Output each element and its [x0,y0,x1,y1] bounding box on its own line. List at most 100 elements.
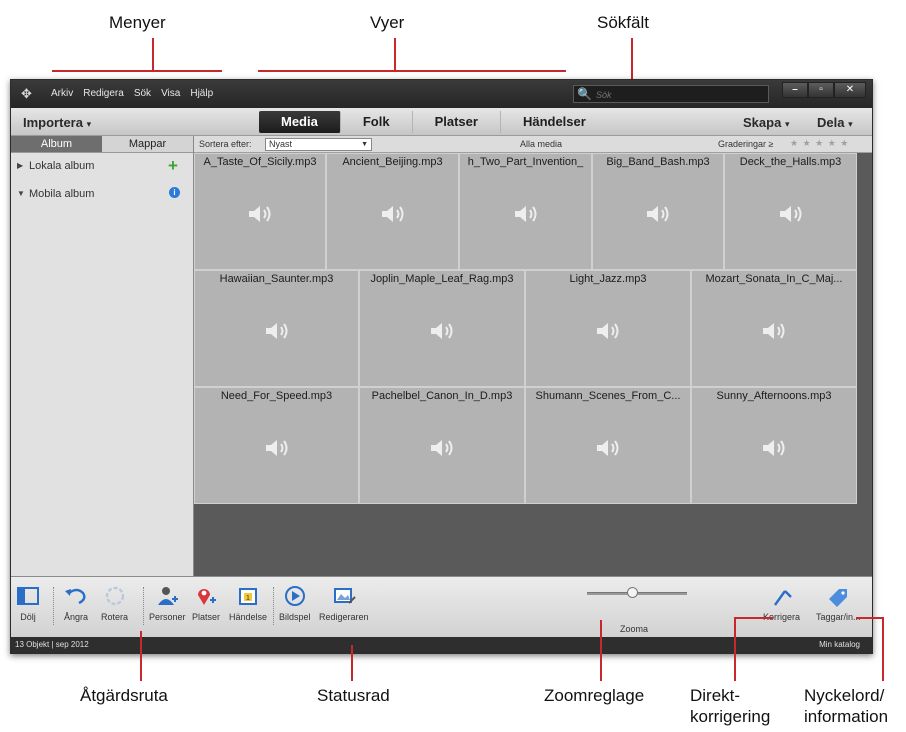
tab-folk[interactable]: Folk [341,111,413,133]
media-tile[interactable]: Light_Jazz.mp3 [525,270,691,387]
chevron-down-icon: ▾ [86,119,92,129]
hide-panel-icon [17,587,39,605]
add-album-icon[interactable]: + [168,156,178,176]
media-tile[interactable]: Sunny_Afternoons.mp3 [691,387,857,504]
speaker-icon [431,322,453,339]
label-statusrad: Statusrad [317,686,390,705]
media-tile[interactable]: Big_Band_Bash.mp3 [592,153,724,270]
status-count: 13 Objekt | sep 2012 [15,640,89,649]
menu-sok[interactable]: Sök [134,88,151,99]
all-media-label: Alla media [520,139,563,149]
media-filename: A_Taste_Of_Sicily.mp3 [203,156,317,168]
label-direkt-1: Direkt- [690,686,741,705]
tab-handelser[interactable]: Händelser [501,111,608,133]
rotate-button[interactable]: Rotera [101,585,128,622]
editor-button[interactable]: Redigeraren [319,585,369,622]
speaker-icon [597,439,619,456]
rotate-icon [105,586,124,606]
collapse-triangle-icon[interactable]: ▼ [17,189,25,198]
stem-zoomreglage [600,620,602,681]
play-icon [284,586,305,606]
figure-root: Menyer Vyer Sökfält ✥ Arkiv Redigera Sök… [0,0,906,732]
media-tile[interactable]: Deck_the_Halls.mp3 [724,153,857,270]
menu-redigera[interactable]: Redigera [83,88,124,99]
slideshow-label: Bildspel [279,612,311,622]
search-input[interactable] [596,88,764,101]
media-tile[interactable]: Mozart_Sonata_In_C_Maj... [691,270,857,387]
hide-panel-button[interactable]: Dölj [15,585,41,622]
undo-icon [65,588,86,605]
tab-mappar[interactable]: Mappar [102,136,193,153]
main-toolbar: Importera ▾ Media Folk Platser Händelser… [11,108,872,136]
catalog-name[interactable]: Min katalog [819,637,860,653]
star-rating-icon[interactable]: ★ ★ ★ ★ ★ [790,138,849,149]
wand-icon [773,590,792,606]
separator [53,587,54,625]
label-sokfalt: Sökfält [597,13,649,32]
media-tile[interactable]: Ancient_Beijing.mp3 [326,153,459,270]
menu-hjalp[interactable]: Hjälp [190,88,213,99]
zoom-handle[interactable] [627,587,638,598]
people-button[interactable]: Personer [149,585,186,622]
stem-direkt [734,617,736,681]
close-button[interactable]: ✕ [834,82,866,98]
hide-label: Dölj [20,612,36,622]
event-button[interactable]: 1 Händelse [229,585,267,622]
sidebar-item-mobila-album[interactable]: ▼ Mobila album i [11,181,193,209]
menu-visa[interactable]: Visa [161,88,180,99]
label-menyer: Menyer [109,13,166,32]
label-atgardsruta: Åtgärdsruta [80,686,168,705]
slideshow-button[interactable]: Bildspel [279,585,311,622]
speaker-icon [431,439,453,456]
speaker-icon [779,205,801,222]
info-icon[interactable]: i [169,187,180,198]
edit-image-icon [333,588,356,604]
action-bar: Dölj Ångra Rotera Personer Platser 1 Hän… [11,576,872,637]
media-tile[interactable]: Pachelbel_Canon_In_D.mp3 [359,387,525,504]
ratings-label: Graderingar [718,139,767,149]
minimize-button[interactable]: – [782,82,808,98]
sidebar-item-lokala-album[interactable]: ▶ Lokala album + [11,153,193,181]
places-button[interactable]: Platser [192,585,220,622]
window-controls: – ▫ ✕ [782,82,866,98]
media-tile[interactable]: Need_For_Speed.mp3 [194,387,359,504]
create-label: Skapa [743,115,782,130]
stem-menyer [152,38,154,71]
sort-select[interactable]: Nyast ▼ [265,138,372,151]
tag-icon [829,589,848,607]
zoom-slider[interactable] [587,587,687,599]
app-window: ✥ Arkiv Redigera Sök Visa Hjälp 🔍 – ▫ ✕ … [10,79,873,654]
tab-media[interactable]: Media [259,111,341,133]
search-box[interactable]: 🔍 [573,85,769,103]
media-filename: Need_For_Speed.mp3 [220,390,333,402]
view-tabs: Media Folk Platser Händelser [259,111,608,133]
tab-album[interactable]: Album [11,136,102,153]
share-button[interactable]: Dela ▾ [817,115,853,130]
ratings-symbol: ≥ [768,139,774,149]
create-button[interactable]: Skapa ▾ [743,115,789,130]
media-tile[interactable]: Joplin_Maple_Leaf_Rag.mp3 [359,270,525,387]
media-filename: Hawaiian_Saunter.mp3 [219,273,334,285]
media-tile[interactable]: Shumann_Scenes_From_C... [525,387,691,504]
separator [273,587,274,625]
maximize-button[interactable]: ▫ [808,82,834,98]
media-tile[interactable]: h_Two_Part_Invention_ [459,153,592,270]
stem-nyckelord [882,617,884,681]
tags-button[interactable]: Taggar/in... [816,585,861,622]
undo-button[interactable]: Ångra [63,585,89,622]
bracket-nyckelord [856,617,884,619]
label-direkt-2: korrigering [690,707,771,726]
import-button[interactable]: Importera ▾ [23,115,91,130]
menu-arkiv[interactable]: Arkiv [51,88,73,99]
search-icon[interactable]: 🔍 [577,87,592,101]
media-filename: Mozart_Sonata_In_C_Maj... [705,273,843,285]
media-tile[interactable]: Hawaiian_Saunter.mp3 [194,270,359,387]
expand-triangle-icon[interactable]: ▶ [17,161,23,170]
chevron-down-icon: ▾ [784,119,790,129]
media-tile[interactable]: A_Taste_Of_Sicily.mp3 [194,153,326,270]
sidebar: Album Mappar ▶ Lokala album + ▼ Mobila a… [11,136,194,576]
title-bar: ✥ Arkiv Redigera Sök Visa Hjälp 🔍 – ▫ ✕ [11,80,872,108]
media-filename: Deck_the_Halls.mp3 [739,156,842,168]
share-label: Dela [817,115,845,130]
tab-platser[interactable]: Platser [413,111,501,133]
